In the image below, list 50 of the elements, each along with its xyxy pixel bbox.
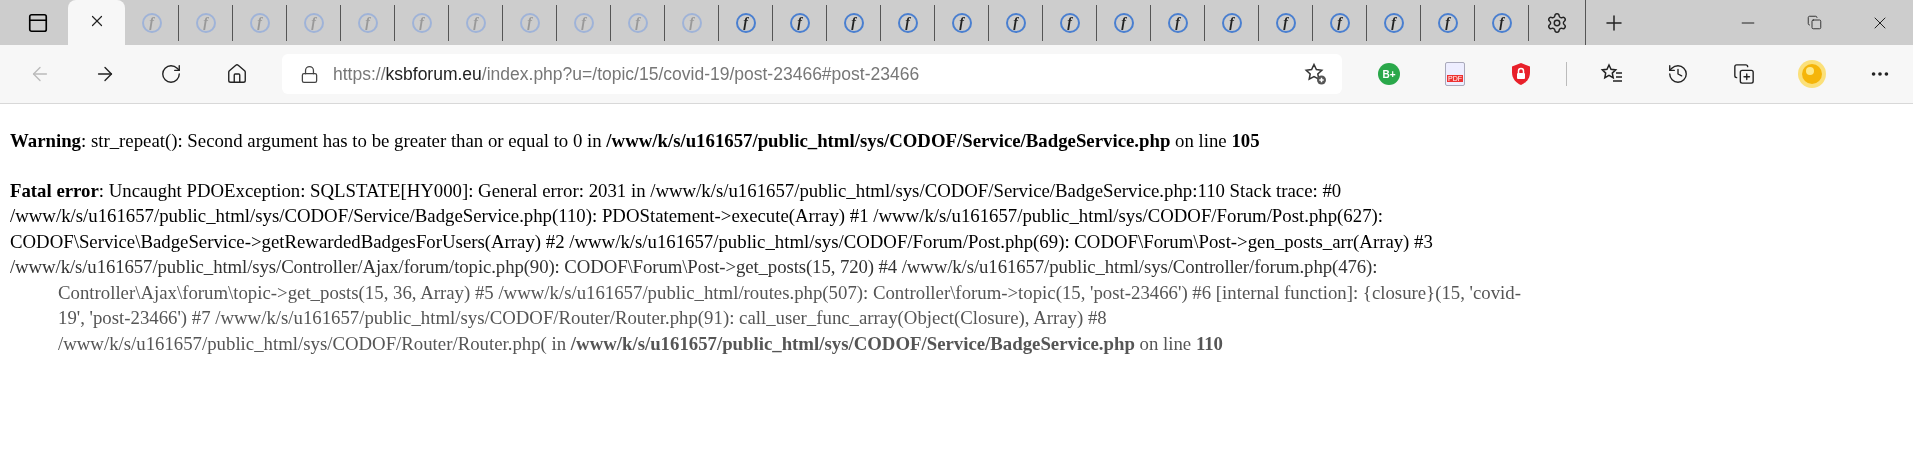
browser-tab[interactable]: f bbox=[1151, 5, 1205, 41]
browser-tab[interactable]: f bbox=[719, 5, 773, 41]
browser-tab[interactable]: f bbox=[1421, 5, 1475, 41]
error-text: /www/k/s/u161657/public_html/sys/Controller/Ajax/forum/topic.php(90): CODOF\Forum\Post->get_posts(15, 720) #4 /www/k/s/u161657/public_html/sys/Controller/forum.php(476): bbox=[10, 255, 1379, 279]
error-text: /www/k/s/u161657/public_html/sys/CODOF/Service/BadgeService.php(110): PDOStatement->execute(Array) #1 /www/k/s/u161657/public_html/sys/CODOF/Forum/Post.php(627): bbox=[10, 204, 1384, 228]
error-text: CODOF\Service\BadgeService->getRewardedBadgesForUsers(Array) #2 /www/k/s/u161657/public_html/sys/CODOF/Forum/Post.php(69): CODOF\Forum\Post->gen_posts_arr(Array) #3 bbox=[10, 229, 1434, 254]
error-text: Warning: str_repeat(): Second argument has to be greater than or equal to 0 in /www/k/s/u161657/public_html/sys/CODOF/Service/BadgeService.php on line 105 bbox=[10, 129, 1261, 153]
favicon: f bbox=[843, 13, 864, 33]
error-text: /www/k/s/u161657/public_html/sys/CODOF/Router/Router.php( in /www/k/s/u161657/public_html/sys/CODOF/Service/BadgeService.php on line 110 bbox=[57, 331, 1224, 356]
address-bar[interactable]: https://ksbforum.eu/index.php?u=/topic/15/covid-19/post-23466#post-23466 bbox=[282, 54, 1343, 94]
favicon: f bbox=[1383, 13, 1404, 33]
lock-icon bbox=[300, 64, 319, 84]
collections-icon[interactable] bbox=[1733, 63, 1755, 85]
browser-tab[interactable]: f bbox=[827, 5, 881, 41]
url-text: https://ksbforum.eu/index.php?u=/topic/15/covid-19/post-23466#post-23466 bbox=[333, 63, 921, 85]
home-icon[interactable] bbox=[226, 63, 248, 85]
history-icon[interactable] bbox=[1667, 63, 1689, 85]
restore-icon[interactable] bbox=[1806, 15, 1822, 30]
tab-actions-icon[interactable] bbox=[27, 11, 49, 34]
browser-tab[interactable]: f bbox=[1475, 5, 1529, 41]
favicon: f bbox=[1437, 13, 1458, 33]
refresh-icon[interactable] bbox=[160, 63, 182, 85]
favicon: f bbox=[1167, 13, 1188, 33]
favicon: f bbox=[1221, 13, 1242, 33]
browser-tab[interactable]: f bbox=[1313, 5, 1367, 41]
error-text: 19', 'post-23466') #7 /www/k/s/u161657/public_html/sys/CODOF/Router/Router.php(91): call_user_func_array(Object(Closure), Array) #8 bbox=[57, 306, 1108, 330]
browser-tab[interactable]: f bbox=[1097, 5, 1151, 41]
favicon: f bbox=[735, 13, 756, 33]
shield-lock-icon[interactable] bbox=[1510, 62, 1532, 86]
favicon: f bbox=[897, 13, 918, 33]
browser-tab[interactable]: f bbox=[1205, 5, 1259, 41]
favicon: f bbox=[1059, 13, 1080, 33]
favicon: f bbox=[1329, 13, 1350, 33]
browser-tab[interactable]: f bbox=[1259, 5, 1313, 41]
favicon: f bbox=[951, 13, 972, 33]
favicon: f bbox=[789, 13, 810, 33]
browser-tab[interactable]: f bbox=[773, 5, 827, 41]
error-text: Fatal error: Uncaught PDOException: SQLSTATE[HY000]: General error: 2031 in /www/k/s/u161657/public_html/sys/CODOF/Service/BadgeService.php:110 Stack trace: #0 bbox=[10, 178, 1343, 203]
error-text: Controller\Ajax\forum\topic->get_posts(15, 36, Array) #5 /www/k/s/u161657/public_html/routes.php(507): Controller\forum->topic(15, 'post-23466') #6 [internal function]: {closure}(15, 'covid- bbox=[57, 280, 1522, 305]
browser-tab[interactable]: f bbox=[935, 5, 989, 41]
add-favorite-icon[interactable] bbox=[1304, 62, 1329, 86]
favicon: f bbox=[1113, 13, 1134, 33]
browser-tab[interactable]: f bbox=[989, 5, 1043, 41]
browser-tab[interactable]: f bbox=[1043, 5, 1097, 41]
favicon: f bbox=[1005, 13, 1026, 33]
browser-tab[interactable]: f bbox=[1367, 5, 1421, 41]
favicon: f bbox=[1275, 13, 1296, 33]
favicon: f bbox=[1491, 13, 1512, 33]
settings-icon[interactable] bbox=[1546, 11, 1568, 34]
browser-tab[interactable]: f bbox=[881, 5, 935, 41]
